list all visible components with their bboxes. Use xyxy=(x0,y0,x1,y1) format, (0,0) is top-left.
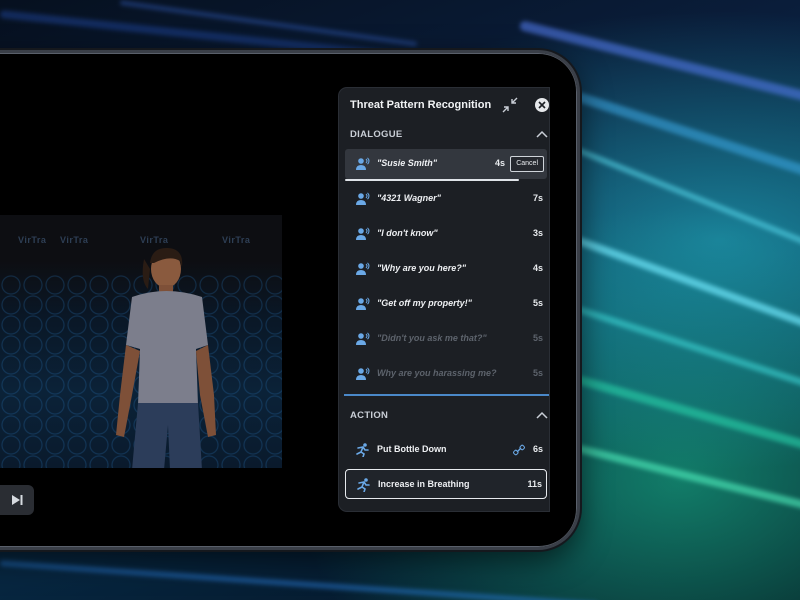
close-button[interactable] xyxy=(535,98,549,112)
running-person-icon xyxy=(356,443,369,457)
dialogue-item[interactable]: "I don't know" 3s xyxy=(345,219,547,249)
dialogue-label: "Susie Smith" xyxy=(377,158,438,168)
speaking-person-icon xyxy=(356,297,370,310)
chevron-up-icon xyxy=(536,411,548,419)
wall-logo: VirTra xyxy=(140,235,169,245)
dialogue-section-header[interactable]: DIALOGUE xyxy=(339,125,549,145)
dialogue-label: "Didn't you ask me that?" xyxy=(377,333,487,343)
action-item[interactable]: Put Bottle Down 6s xyxy=(345,435,547,465)
cancel-button[interactable]: Cancel xyxy=(510,156,544,172)
dialogue-duration: 4s xyxy=(494,158,505,168)
speaking-person-icon xyxy=(356,192,370,205)
chevron-up-icon xyxy=(536,130,548,138)
action-section-header[interactable]: ACTION xyxy=(339,406,549,426)
section-label: ACTION xyxy=(350,410,389,421)
dialogue-duration: 5s xyxy=(532,368,543,378)
section-label: DIALOGUE xyxy=(350,129,403,140)
skip-forward-icon xyxy=(12,495,23,505)
link-icon xyxy=(513,444,525,456)
dialogue-label: "Why are you here?" xyxy=(377,263,467,273)
training-scene: VirTra VirTra VirTra VirTra xyxy=(0,215,282,468)
subject-person xyxy=(116,247,216,468)
dialogue-duration: 5s xyxy=(532,298,543,308)
dialogue-label: "4321 Wagner" xyxy=(377,193,441,203)
panel-title: Threat Pattern Recognition xyxy=(350,99,492,111)
speaking-person-icon xyxy=(356,227,370,240)
skip-forward-button[interactable] xyxy=(0,485,34,515)
dialogue-item: "Didn't you ask me that?" 5s xyxy=(345,324,547,354)
dialogue-duration: 5s xyxy=(532,333,543,343)
action-duration: 6s xyxy=(532,444,543,454)
close-icon xyxy=(538,101,546,109)
dialogue-item[interactable]: "Susie Smith" 4s Cancel xyxy=(345,149,547,179)
action-item[interactable]: Increase in Breathing 11s xyxy=(345,469,547,499)
wall-logo: VirTra xyxy=(222,235,251,245)
dialogue-item[interactable]: "Get off my property!" 5s xyxy=(345,289,547,319)
dialogue-progress-bar xyxy=(345,179,519,181)
threat-pattern-panel: Threat Pattern Recognition DIALOGUE "Sus… xyxy=(339,88,549,511)
running-person-icon xyxy=(357,478,370,492)
speaking-person-icon xyxy=(356,157,370,170)
action-duration: 11s xyxy=(527,479,542,489)
action-label: Increase in Breathing xyxy=(378,479,470,489)
wall-logo: VirTra xyxy=(60,235,89,245)
dialogue-item[interactable]: "4321 Wagner" 7s xyxy=(345,184,547,214)
panel-header: Threat Pattern Recognition xyxy=(339,88,549,122)
dialogue-label: "I don't know" xyxy=(377,228,438,238)
speaking-person-icon xyxy=(356,262,370,275)
wall-logo: VirTra xyxy=(18,235,47,245)
dialogue-label: "Get off my property!" xyxy=(377,298,472,308)
dialogue-duration: 4s xyxy=(532,263,543,273)
action-label: Put Bottle Down xyxy=(377,444,447,454)
section-divider xyxy=(344,394,549,396)
dialogue-item: Why are you harassing me? 5s xyxy=(345,359,547,389)
collapse-icon[interactable] xyxy=(502,97,518,113)
dialogue-duration: 7s xyxy=(532,193,543,203)
dialogue-label: Why are you harassing me? xyxy=(377,368,497,378)
dialogue-item[interactable]: "Why are you here?" 4s xyxy=(345,254,547,284)
speaking-person-icon xyxy=(356,367,370,380)
speaking-person-icon xyxy=(356,332,370,345)
dialogue-duration: 3s xyxy=(532,228,543,238)
